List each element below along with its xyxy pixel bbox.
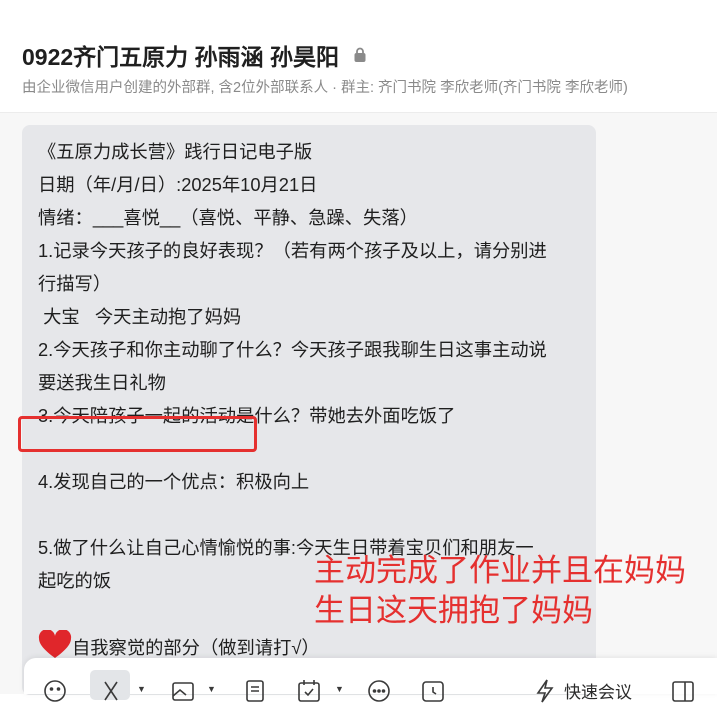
quick-meeting-button[interactable]: 快速会议 bbox=[534, 678, 632, 703]
message-line: 情绪：___喜悦__（喜悦、平静、急躁、失落） bbox=[38, 207, 418, 228]
document-icon[interactable] bbox=[242, 678, 268, 702]
title-row: 0922齐门五原力 孙雨涵 孙昊阳 bbox=[22, 38, 367, 72]
message-line: 《五原力成长营》践行日记电子版 bbox=[38, 141, 313, 162]
message-line: 1.记录今天孩子的良好表现？（若有两个孩子及以上，请分别进 bbox=[38, 240, 547, 261]
chat-header: 0922齐门五原力 孙雨涵 孙昊阳 由企业微信用户创建的外部群, 含2位外部联系… bbox=[0, 0, 717, 110]
calendar-icon[interactable] bbox=[296, 678, 322, 702]
lightning-icon bbox=[534, 679, 556, 703]
input-toolbar: ▼ ▼ ▼ 快速会议 bbox=[24, 658, 717, 702]
lock-icon bbox=[353, 47, 367, 63]
chevron-down-icon[interactable]: ▼ bbox=[207, 684, 216, 694]
red-annotation: 主动完成了作业并且在妈妈 生日这天拥抱了妈妈 bbox=[314, 551, 686, 631]
emoji-icon[interactable] bbox=[42, 678, 68, 702]
message-line: 2.今天孩子和你主动聊了什么？今天孩子跟我聊生日这事主动说 bbox=[38, 339, 547, 360]
highlight-box bbox=[18, 416, 257, 452]
message-line-blank bbox=[38, 498, 547, 531]
message-line: 行描写） bbox=[38, 273, 112, 294]
chevron-down-icon[interactable]: ▼ bbox=[335, 684, 344, 694]
message-line: 4.发现自己的一个优点：积极向上 bbox=[38, 471, 310, 492]
chat-area[interactable]: 《五原力成长营》践行日记电子版 日期（年/月/日）:2025年10月21日 情绪… bbox=[0, 113, 717, 695]
quick-meeting-label: 快速会议 bbox=[564, 683, 632, 702]
annotation-line: 主动完成了作业并且在妈妈 bbox=[314, 553, 686, 588]
message-line: 日期（年/月/日）:2025年10月21日 bbox=[38, 174, 318, 195]
group-subtitle: 由企业微信用户创建的外部群, 含2位外部联系人 · 群主: 齐门书院 李欣老师(… bbox=[22, 80, 628, 96]
scissors-icon[interactable] bbox=[98, 678, 124, 701]
window-icon[interactable] bbox=[670, 678, 696, 702]
chevron-down-icon[interactable]: ▼ bbox=[137, 684, 146, 694]
clock-icon[interactable] bbox=[420, 678, 446, 702]
chat-bubble-icon[interactable] bbox=[366, 678, 392, 702]
annotation-line: 生日这天拥抱了妈妈 bbox=[314, 593, 593, 628]
heart-icon bbox=[38, 629, 72, 660]
group-title[interactable]: 0922齐门五原力 孙雨涵 孙昊阳 bbox=[22, 38, 339, 72]
message-line: 大宝 今天主动抱了妈妈 bbox=[38, 306, 242, 327]
image-icon[interactable] bbox=[170, 678, 196, 701]
message-line: 要送我生日礼物 bbox=[38, 372, 166, 393]
message-line: 自我察觉的部分（做到请打√） bbox=[72, 637, 320, 658]
